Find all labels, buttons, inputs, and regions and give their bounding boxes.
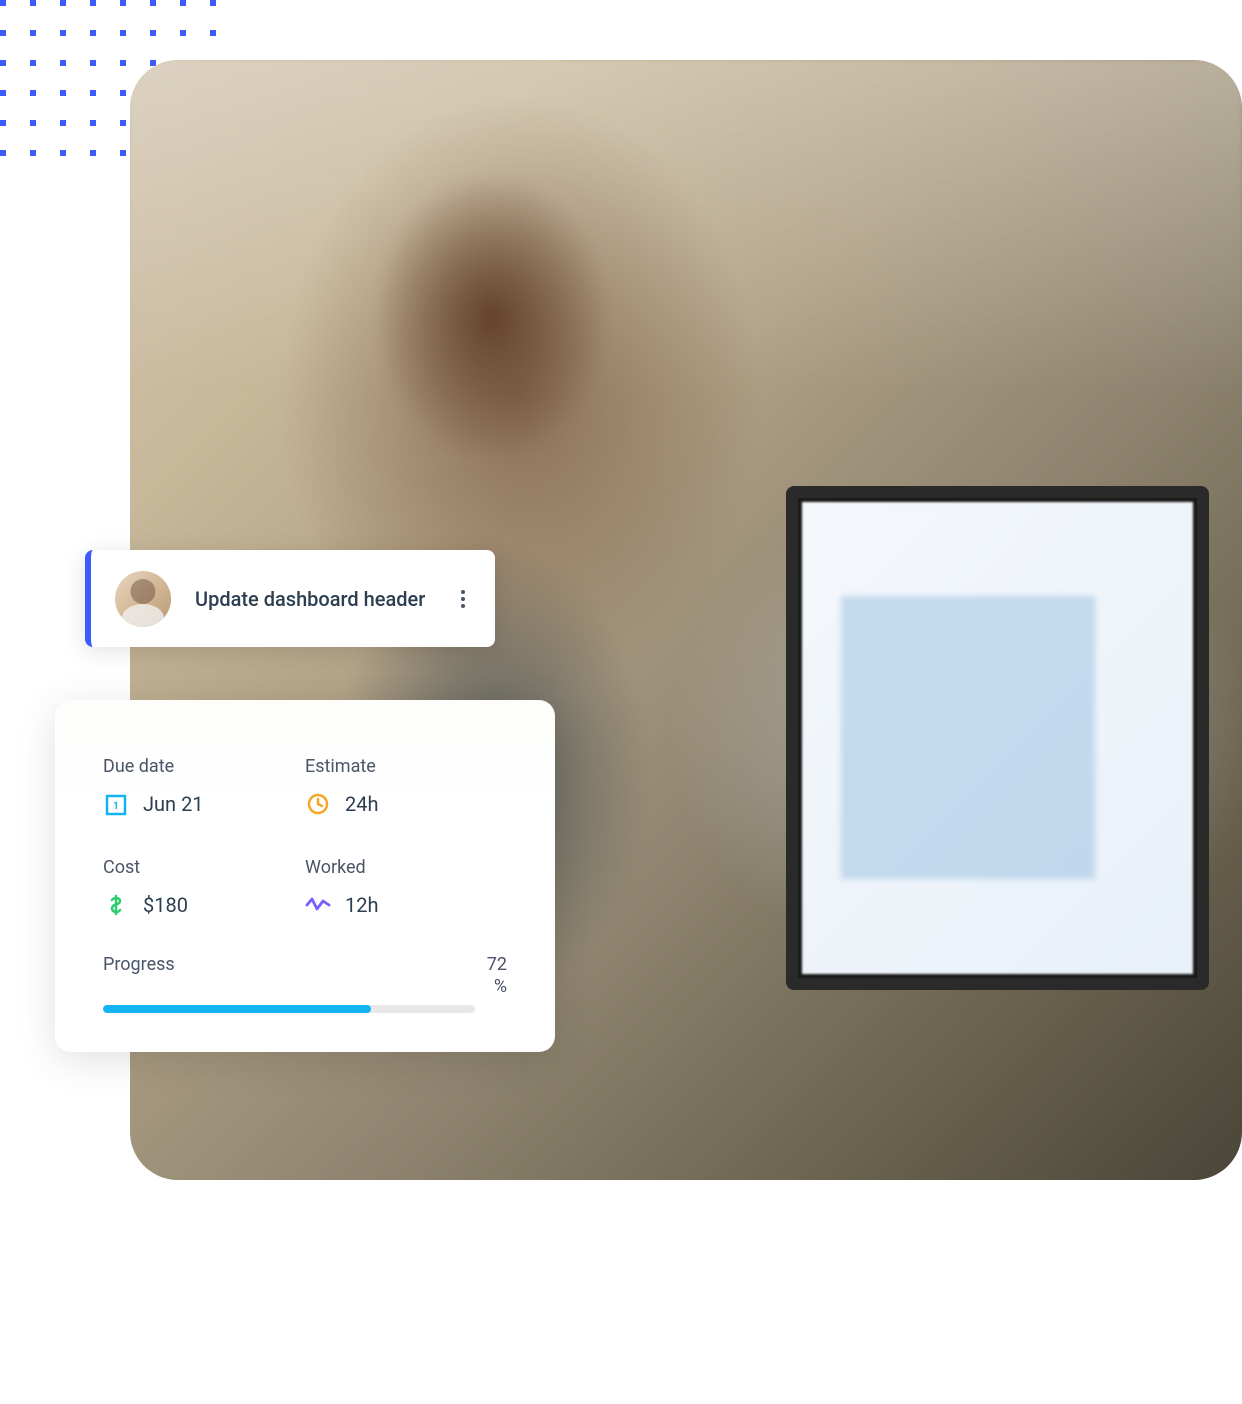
- more-options-icon[interactable]: [451, 587, 475, 611]
- worked-field: Worked 12h: [305, 857, 507, 918]
- due-date-field: Due date 1 Jun 21: [103, 756, 305, 817]
- estimate-value: 24h: [345, 792, 379, 816]
- progress-percent: 72 %: [487, 954, 507, 997]
- progress-section: Progress 72 %: [103, 954, 507, 1013]
- activity-icon: [305, 892, 331, 918]
- worked-value: 12h: [345, 893, 379, 917]
- cost-label: Cost: [103, 857, 305, 878]
- clock-icon: [305, 791, 331, 817]
- task-title: Update dashboard header: [195, 587, 451, 611]
- estimate-field: Estimate 24h: [305, 756, 507, 817]
- due-date-value: Jun 21: [143, 792, 204, 816]
- estimate-label: Estimate: [305, 756, 507, 777]
- task-card[interactable]: Update dashboard header: [85, 550, 495, 647]
- task-details-card: Due date 1 Jun 21 Estimate: [55, 700, 555, 1052]
- calendar-icon: 1: [103, 791, 129, 817]
- progress-label: Progress: [103, 954, 175, 975]
- progress-bar: [103, 1005, 475, 1013]
- cost-value: $180: [143, 893, 188, 917]
- cost-field: Cost $180: [103, 857, 305, 918]
- worked-label: Worked: [305, 857, 507, 878]
- progress-fill: [103, 1005, 371, 1013]
- dollar-icon: [103, 892, 129, 918]
- due-date-label: Due date: [103, 756, 305, 777]
- svg-text:1: 1: [113, 801, 119, 812]
- assignee-avatar: [115, 571, 171, 627]
